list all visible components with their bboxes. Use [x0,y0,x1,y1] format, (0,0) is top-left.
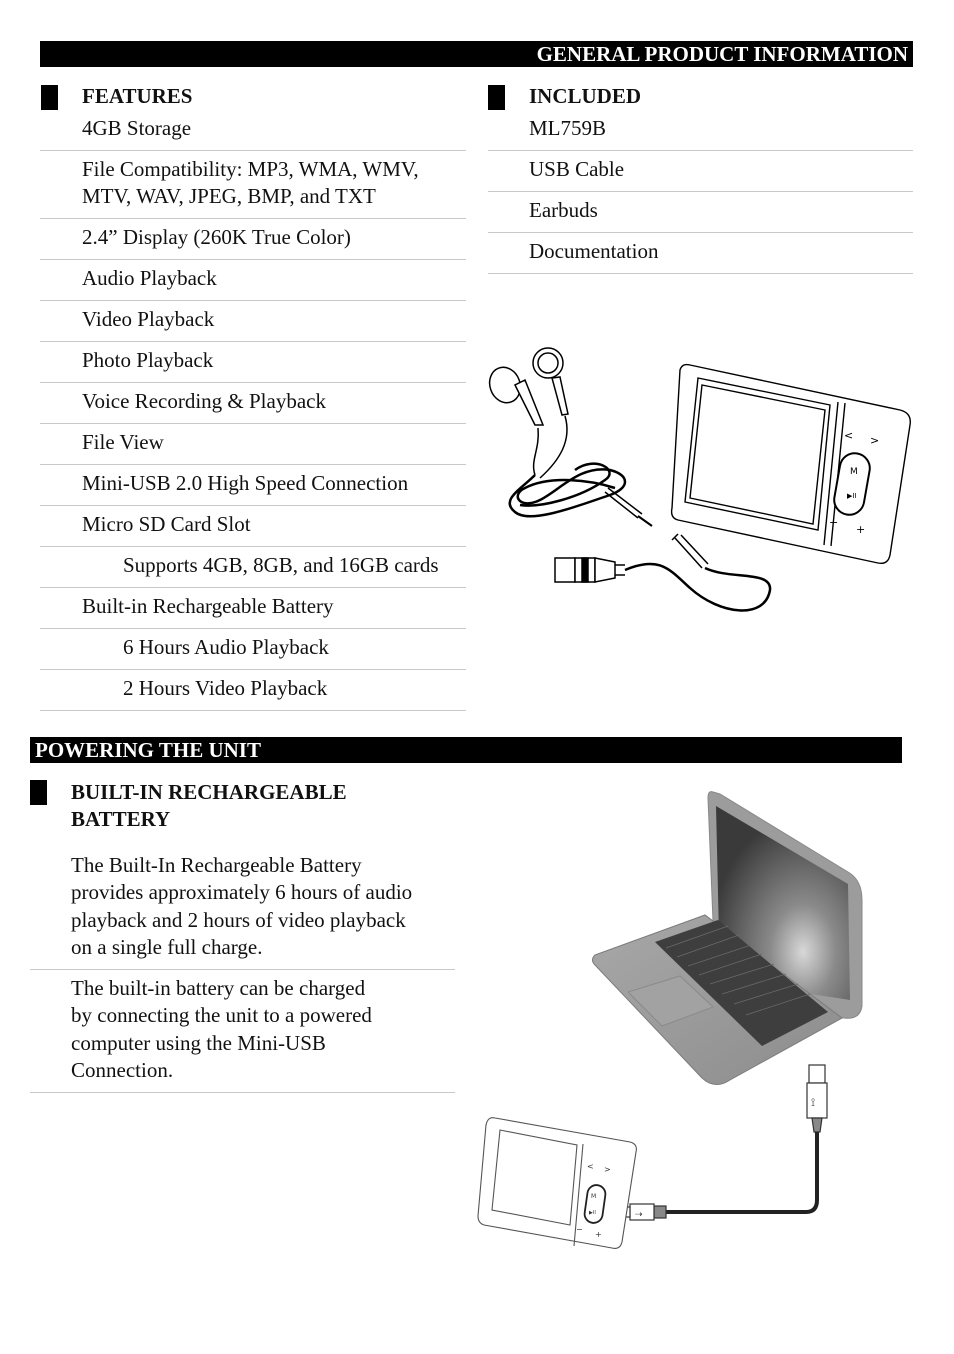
divider [488,191,913,192]
device-menu-label: M [850,467,858,477]
item-text: 2 Hours Video Playback [123,676,328,700]
divider [40,423,466,424]
divider [40,464,466,465]
device-minus-label: − [576,1225,583,1234]
divider [40,382,466,383]
battery-paragraph-1: The Built-In Rechargeable Battery provid… [71,852,412,961]
divider [488,232,913,233]
item-text: Photo Playback [82,348,214,372]
item-text: 4GB Storage [82,116,192,140]
paragraph-line: playback and 2 hours of video playback [71,907,406,932]
item-text: Micro SD Card Slot [82,512,251,536]
divider [40,150,466,151]
paragraph-line: on a single full charge. [71,934,263,959]
divider [40,546,466,547]
item-text: Audio Playback [82,266,217,290]
device-menu-label: M [591,1193,596,1200]
device-play-label: ▶II [589,1210,596,1216]
features-item: Video Playback [82,306,214,333]
device-plus-label: + [856,523,865,536]
divider [40,587,466,588]
device-play-label: ▶II [847,492,857,500]
divider [40,669,466,670]
battery-marker [30,780,47,805]
divider [30,1092,455,1093]
device-next-label: > [870,434,879,447]
item-text: File Compatibility: MP3, WMA, WMV, [82,157,419,181]
features-item: Photo Playback [82,347,213,374]
paragraph-line: The built-in battery can be charged [71,976,366,1000]
item-text: Built-in Rechargeable Battery [82,594,334,618]
device-next-label: > [604,1165,611,1174]
item-text: File View [82,430,164,454]
features-marker [41,85,58,110]
features-subitem: Supports 4GB, 8GB, and 16GB cards [123,552,439,579]
features-item: File Compatibility: MP3, WMA, WMV, MTV, W… [82,156,419,210]
item-text: 2.4” Display (260K True Color) [82,225,351,249]
item-text: Supports 4GB, 8GB, and 16GB cards [123,553,439,577]
device-prev-label: < [587,1162,594,1171]
battery-heading-line2: BATTERY [71,807,171,831]
earbuds-illustration [488,347,653,527]
divider [40,218,466,219]
included-item: Earbuds [529,198,598,222]
laptop-illustration [592,791,863,1085]
paragraph-line: computer using the Mini-USB [71,1030,326,1055]
divider [488,150,913,151]
mp3-player-illustration: < > M ▶II − + [670,363,911,565]
divider [40,341,466,342]
device-plus-label: + [595,1230,602,1239]
battery-paragraph-2: The built-in battery can be charged by c… [71,975,372,1084]
usb-icon: ⟟ [811,1096,815,1109]
paragraph-line: Connection. [71,1057,174,1082]
divider [40,628,466,629]
device-prev-label: < [844,429,853,442]
paragraph-line: The Built-In Rechargeable Battery [71,853,362,877]
features-item: Voice Recording & Playback [82,388,326,415]
features-item: Audio Playback [82,265,217,292]
features-item: File View [82,429,164,456]
features-heading: FEATURES [82,84,193,108]
included-item: USB Cable [529,157,625,181]
included-heading: INCLUDED [529,84,642,108]
battery-heading-line1: BUILT-IN RECHARGEABLE [71,780,347,804]
features-subitem: 2 Hours Video Playback [123,675,327,702]
usb-cable-illustration: ⟟ ⇢ [619,1064,828,1221]
charging-illustration: ⟟ ⇢ < > M ▶II − + [477,791,863,1249]
included-item: Documentation [529,239,659,263]
mp3-player-illustration: < > M ▶II − + [477,1117,637,1249]
device-minus-label: − [829,516,838,529]
features-item: Micro SD Card Slot [82,511,251,538]
features-item: 4GB Storage [82,115,191,142]
item-text: Mini-USB 2.0 High Speed Connection [82,471,409,495]
item-text: Video Playback [82,307,215,331]
features-item: 2.4” Display (260K True Color) [82,224,351,251]
features-subitem: 6 Hours Audio Playback [123,634,329,661]
included-marker [488,85,505,110]
usb-cable-illustration [554,533,772,612]
divider [40,710,466,711]
included-item: ML759B [529,116,607,140]
paragraph-line: provides approximately 6 hours of audio [71,880,413,905]
divider [488,273,913,274]
usb-icon: ⇢ [635,1210,643,1220]
item-text: MTV, WAV, JPEG, BMP, and TXT [82,184,376,208]
section-bar-general-product-information: GENERAL PRODUCT INFORMATION [40,41,913,67]
divider [30,969,455,970]
features-item: Built-in Rechargeable Battery [82,593,334,620]
item-text: Voice Recording & Playback [82,389,326,413]
item-text: 6 Hours Audio Playback [123,635,329,659]
divider [40,259,466,260]
divider [40,300,466,301]
paragraph-line: by connecting the unit to a powered [71,1003,372,1028]
section-bar-powering-the-unit: POWERING THE UNIT [30,737,902,763]
features-item: Mini-USB 2.0 High Speed Connection [82,470,408,497]
divider [40,505,466,506]
product-illustration: < > M ▶II − + [488,347,911,612]
